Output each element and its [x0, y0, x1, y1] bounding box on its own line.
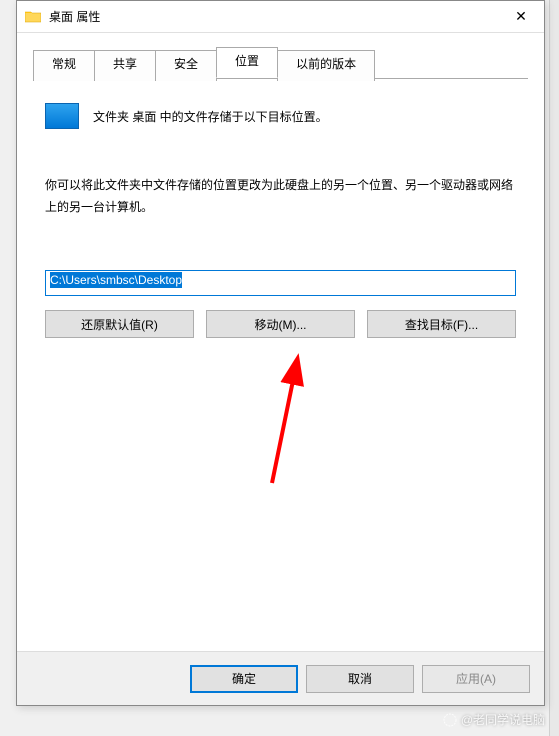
close-icon: ✕: [515, 8, 527, 25]
tab-general[interactable]: 常规: [33, 50, 95, 81]
ok-button[interactable]: 确定: [190, 665, 298, 693]
dialog-footer: 确定 取消 应用(A): [17, 651, 544, 705]
location-description: 文件夹 桌面 中的文件存储于以下目标位置。: [93, 108, 328, 125]
tab-content: 文件夹 桌面 中的文件存储于以下目标位置。 你可以将此文件夹中文件存储的位置更改…: [17, 79, 544, 362]
watermark-icon: [443, 713, 457, 727]
find-target-button[interactable]: 查找目标(F)...: [367, 310, 516, 338]
watermark: @老同学说电脑: [443, 711, 545, 728]
tab-sharing[interactable]: 共享: [94, 50, 156, 81]
path-input[interactable]: C:\Users\smbsc\Desktop: [45, 270, 516, 296]
tab-location[interactable]: 位置: [216, 47, 278, 78]
tabs: 常规 共享 安全 位置 以前的版本: [33, 47, 528, 79]
cancel-button[interactable]: 取消: [306, 665, 414, 693]
apply-button: 应用(A): [422, 665, 530, 693]
titlebar: 桌面 属性 ✕: [17, 1, 544, 33]
folder-icon: [25, 9, 41, 25]
restore-defaults-button[interactable]: 还原默认值(R): [45, 310, 194, 338]
tab-security[interactable]: 安全: [155, 50, 217, 81]
tab-previous-versions[interactable]: 以前的版本: [277, 50, 375, 81]
move-button[interactable]: 移动(M)...: [206, 310, 355, 338]
annotation-arrow: [242, 353, 322, 493]
location-help-text: 你可以将此文件夹中文件存储的位置更改为此硬盘上的另一个位置、另一个驱动器或网络上…: [45, 175, 516, 218]
properties-dialog: 桌面 属性 ✕ 常规 共享 安全 位置 以前的版本 文件夹 桌面 中的文件存储于…: [16, 0, 545, 706]
desktop-icon: [45, 103, 79, 129]
close-button[interactable]: ✕: [498, 1, 544, 32]
window-title: 桌面 属性: [49, 8, 498, 25]
